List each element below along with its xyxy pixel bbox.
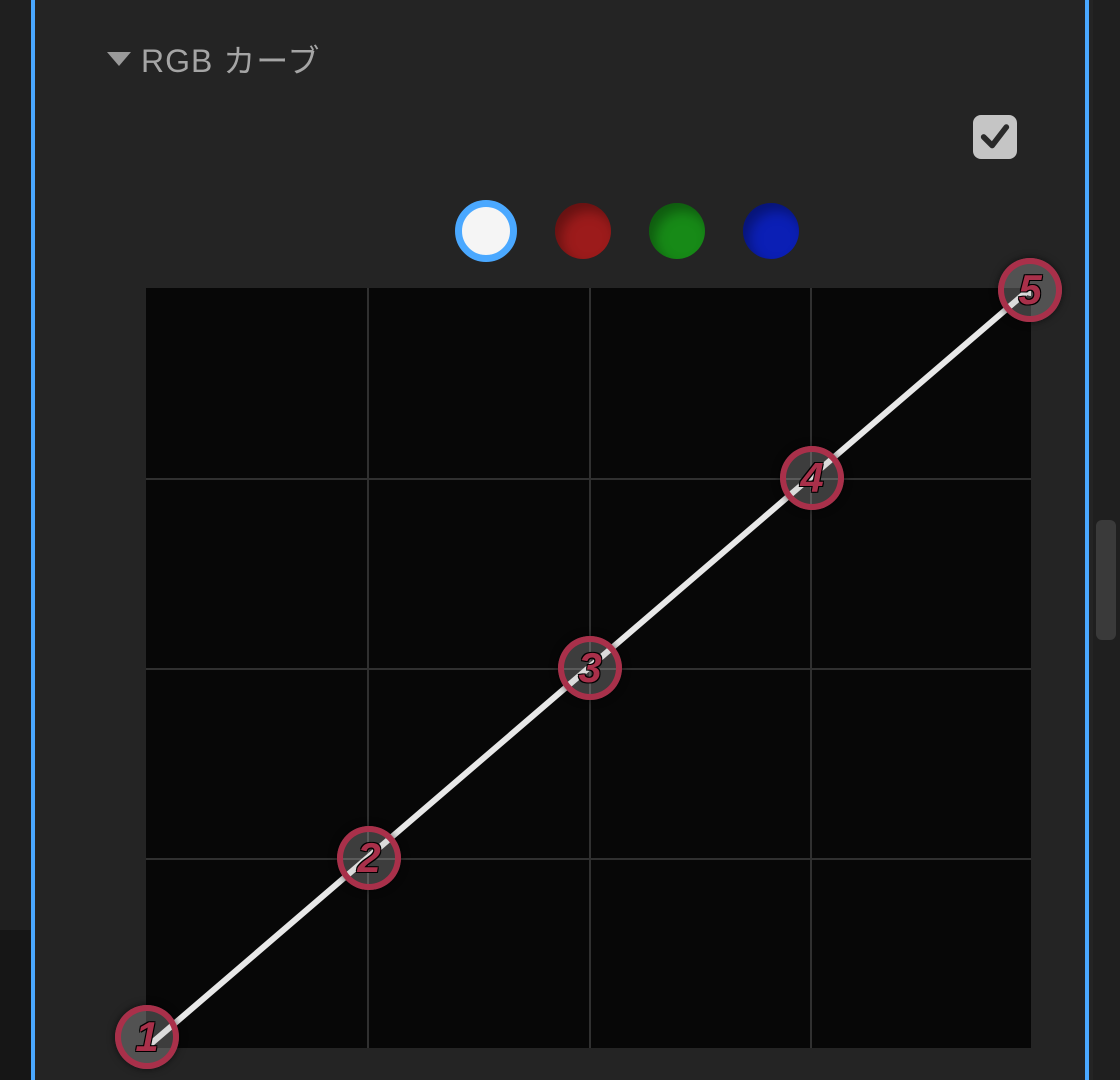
left-gutter [0, 0, 31, 930]
section-title: RGB カーブ [141, 36, 320, 82]
channel-selector-row [455, 200, 799, 262]
scrollbar-track[interactable] [1093, 0, 1120, 1080]
annotation-marker-2: 2 [337, 826, 401, 890]
channel-green-button[interactable] [649, 203, 705, 259]
annotation-marker-4: 4 [780, 446, 844, 510]
panel-frame: RGB カーブ 1 2 3 4 5 [31, 0, 1089, 1080]
annotation-marker-3: 3 [558, 636, 622, 700]
channel-blue-button[interactable] [743, 203, 799, 259]
annotation-marker-1: 1 [115, 1005, 179, 1069]
annotation-label: 2 [357, 834, 380, 882]
channel-master-button[interactable] [455, 200, 517, 262]
enable-checkbox[interactable] [973, 115, 1017, 159]
channel-red-button[interactable] [555, 203, 611, 259]
annotation-label: 5 [1018, 266, 1041, 314]
check-icon [978, 120, 1012, 154]
annotation-marker-5: 5 [998, 258, 1062, 322]
annotation-label: 3 [578, 644, 601, 692]
grid-line [146, 478, 1031, 480]
annotation-label: 4 [800, 454, 823, 502]
annotation-label: 1 [135, 1013, 158, 1061]
grid-line [146, 858, 1031, 860]
scrollbar-thumb[interactable] [1096, 520, 1116, 640]
chevron-down-icon [107, 52, 131, 66]
section-header[interactable]: RGB カーブ [107, 36, 320, 82]
